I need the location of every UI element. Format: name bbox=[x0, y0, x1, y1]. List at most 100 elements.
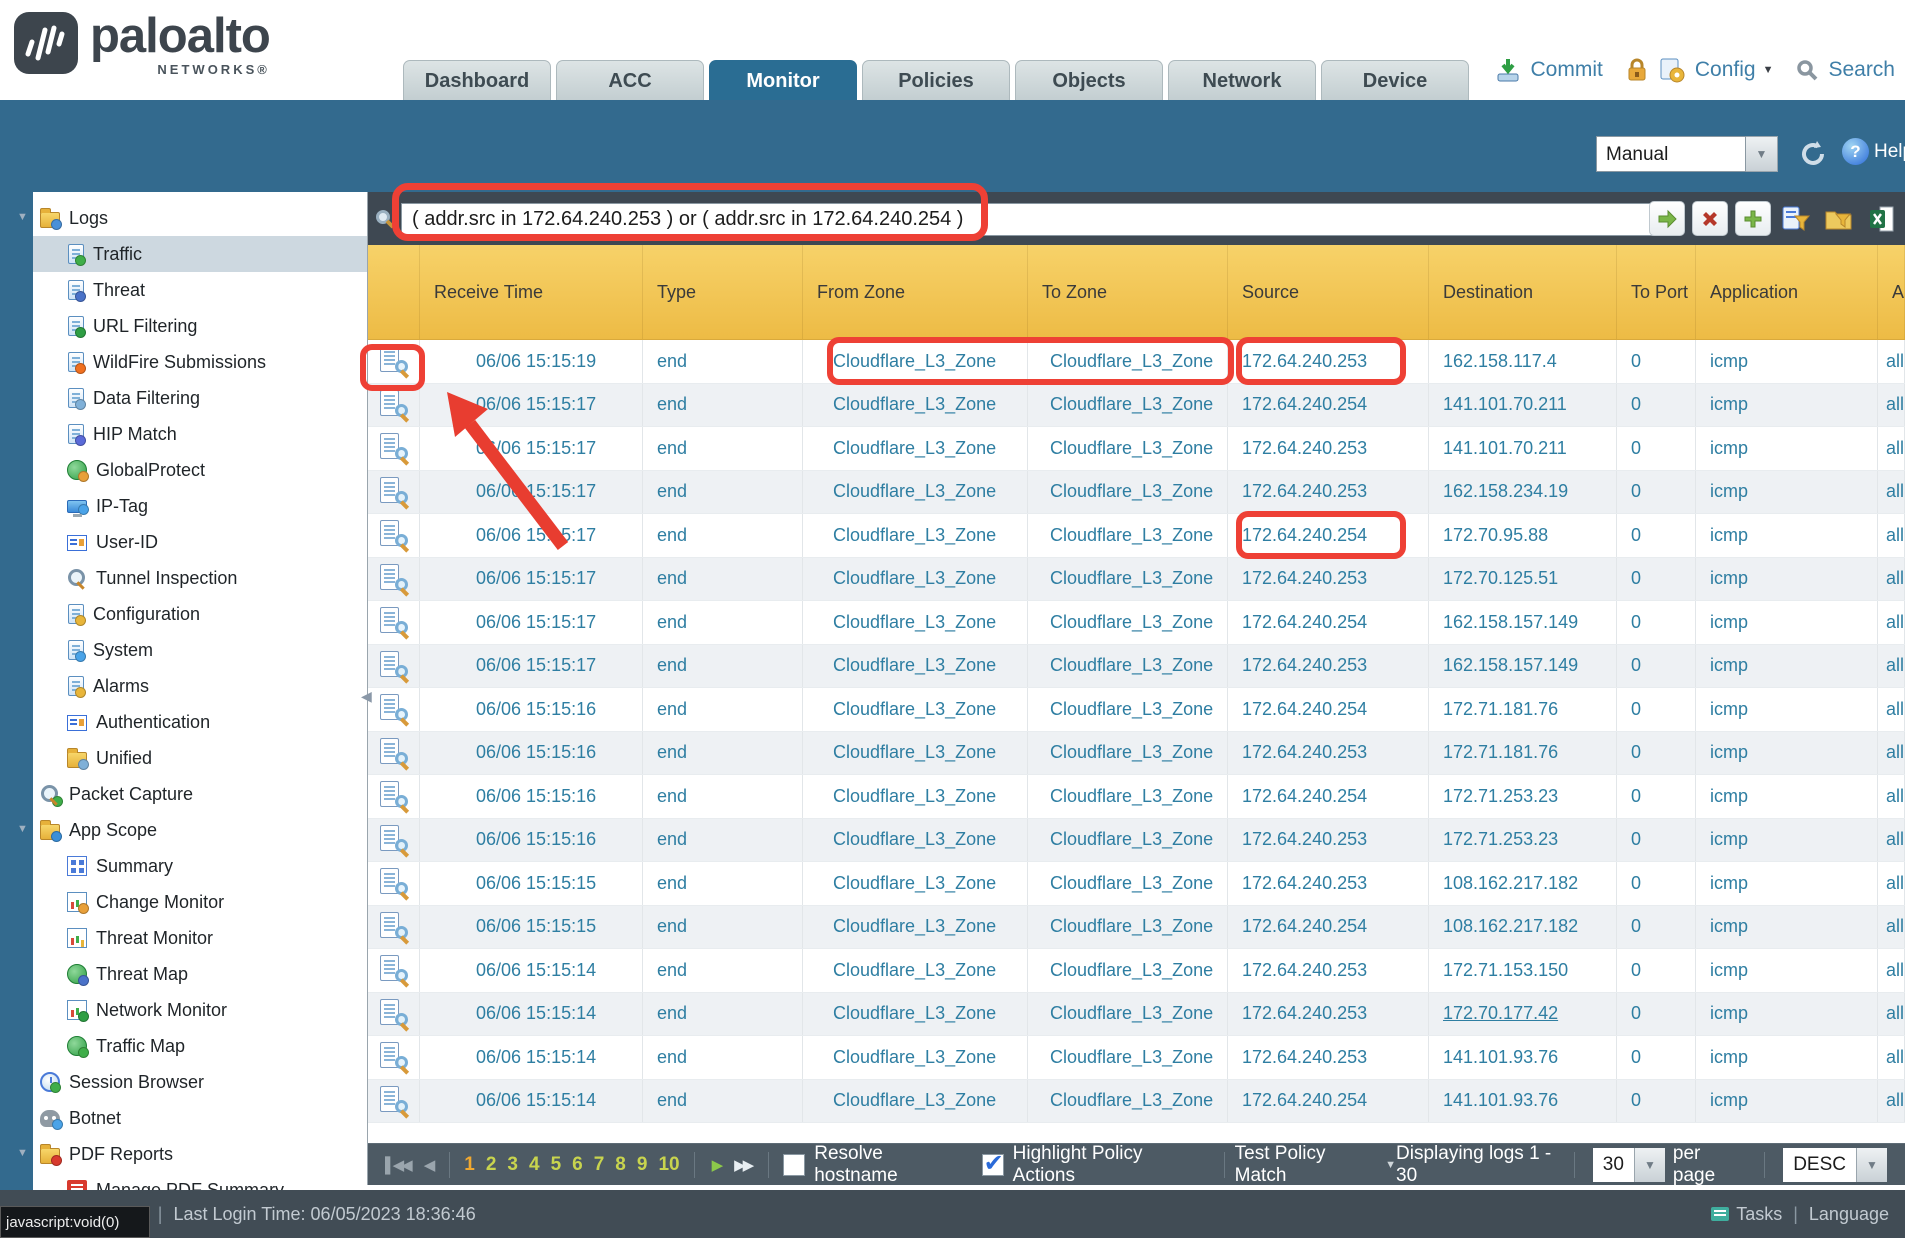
sidebar-collapse-handle[interactable]: ◀ bbox=[361, 688, 372, 705]
sort-order-select[interactable]: DESC ▼ bbox=[1783, 1148, 1887, 1182]
prev-page-button[interactable]: ◀ bbox=[424, 1156, 433, 1174]
column-header-from-zone[interactable]: From Zone bbox=[803, 245, 1028, 339]
help-label[interactable]: Help bbox=[1874, 141, 1905, 163]
sidebar-item-globalprotect[interactable]: GlobalProtect bbox=[33, 452, 367, 488]
page-number-2[interactable]: 2 bbox=[486, 1154, 497, 1176]
tab-monitor[interactable]: Monitor bbox=[709, 60, 857, 100]
log-detail-icon[interactable] bbox=[379, 912, 409, 942]
sidebar-item-app-scope[interactable]: ▼App Scope bbox=[33, 812, 367, 848]
log-detail-icon[interactable] bbox=[379, 868, 409, 898]
sidebar-item-pdf-reports[interactable]: ▼PDF Reports bbox=[33, 1136, 367, 1172]
table-row[interactable]: 06/06 15:15:14endCloudflare_L3_ZoneCloud… bbox=[368, 949, 1905, 993]
log-detail-icon[interactable] bbox=[379, 564, 409, 594]
sidebar-item-url-filtering[interactable]: URL Filtering bbox=[33, 308, 367, 344]
column-header-action[interactable]: Action bbox=[1878, 245, 1905, 339]
expand-caret-icon[interactable]: ▼ bbox=[17, 211, 28, 223]
table-row[interactable]: 06/06 15:15:14endCloudflare_L3_ZoneCloud… bbox=[368, 1080, 1905, 1124]
lock-icon[interactable] bbox=[1625, 57, 1649, 83]
sidebar-item-hip-match[interactable]: HIP Match bbox=[33, 416, 367, 452]
log-detail-icon[interactable] bbox=[379, 1086, 409, 1116]
log-detail-icon[interactable] bbox=[379, 1042, 409, 1072]
tab-network[interactable]: Network bbox=[1168, 60, 1316, 100]
tab-acc[interactable]: ACC bbox=[556, 60, 704, 100]
page-number-9[interactable]: 9 bbox=[637, 1154, 648, 1176]
sidebar-item-packet-capture[interactable]: Packet Capture bbox=[33, 776, 367, 812]
table-row[interactable]: 06/06 15:15:16endCloudflare_L3_ZoneCloud… bbox=[368, 775, 1905, 819]
column-header-destination[interactable]: Destination bbox=[1429, 245, 1617, 339]
commit-button[interactable]: Commit bbox=[1531, 58, 1603, 82]
log-detail-icon[interactable] bbox=[379, 955, 409, 985]
search-button[interactable]: Search bbox=[1828, 58, 1895, 82]
sidebar-item-authentication[interactable]: Authentication bbox=[33, 704, 367, 740]
commit-icon[interactable] bbox=[1494, 56, 1522, 84]
sidebar-item-wildfire-submissions[interactable]: WildFire Submissions bbox=[33, 344, 367, 380]
log-detail-icon[interactable] bbox=[379, 781, 409, 811]
table-row[interactable]: 06/06 15:15:19endCloudflare_L3_ZoneCloud… bbox=[368, 340, 1905, 384]
table-row[interactable]: 06/06 15:15:16endCloudflare_L3_ZoneCloud… bbox=[368, 819, 1905, 863]
resolve-hostname-checkbox[interactable] bbox=[783, 1154, 805, 1176]
column-header-type[interactable]: Type bbox=[643, 245, 803, 339]
log-detail-icon[interactable] bbox=[379, 390, 409, 420]
column-header-detail[interactable] bbox=[368, 245, 420, 339]
table-row[interactable]: 06/06 15:15:16endCloudflare_L3_ZoneCloud… bbox=[368, 732, 1905, 776]
config-icon[interactable] bbox=[1658, 56, 1686, 84]
table-row[interactable]: 06/06 15:15:17endCloudflare_L3_ZoneCloud… bbox=[368, 558, 1905, 602]
sidebar-item-unified[interactable]: Unified bbox=[33, 740, 367, 776]
table-row[interactable]: 06/06 15:15:17endCloudflare_L3_ZoneCloud… bbox=[368, 471, 1905, 515]
tab-dashboard[interactable]: Dashboard bbox=[403, 60, 551, 100]
page-number-5[interactable]: 5 bbox=[551, 1154, 562, 1176]
sidebar-item-session-browser[interactable]: Session Browser bbox=[33, 1064, 367, 1100]
highlight-policy-actions-checkbox[interactable] bbox=[982, 1154, 1004, 1176]
apply-filter-button[interactable] bbox=[1649, 201, 1685, 236]
refresh-button[interactable] bbox=[1798, 139, 1828, 174]
column-header-receive-time[interactable]: Receive Time bbox=[420, 245, 643, 339]
table-row[interactable]: 06/06 15:15:14endCloudflare_L3_ZoneCloud… bbox=[368, 1036, 1905, 1080]
sidebar-item-threat-map[interactable]: Threat Map bbox=[33, 956, 367, 992]
tasks-button[interactable]: Tasks bbox=[1736, 1204, 1782, 1225]
log-detail-icon[interactable] bbox=[379, 477, 409, 507]
sidebar-item-system[interactable]: System bbox=[33, 632, 367, 668]
refresh-interval-select[interactable]: Manual ▼ bbox=[1596, 136, 1778, 172]
per-page-select[interactable]: 30 ▼ bbox=[1593, 1148, 1665, 1182]
clear-filter-button[interactable] bbox=[1692, 201, 1728, 236]
export-csv-button[interactable] bbox=[1864, 201, 1900, 236]
help-cluster[interactable]: ? Help bbox=[1842, 138, 1905, 165]
log-detail-icon[interactable] bbox=[379, 651, 409, 681]
sidebar-item-alarms[interactable]: Alarms bbox=[33, 668, 367, 704]
log-detail-icon[interactable] bbox=[379, 999, 409, 1029]
test-policy-match-dropdown[interactable]: Test Policy Match ▼ bbox=[1235, 1143, 1396, 1187]
table-row[interactable]: 06/06 15:15:17endCloudflare_L3_ZoneCloud… bbox=[368, 601, 1905, 645]
log-detail-icon[interactable] bbox=[379, 520, 409, 550]
page-number-10[interactable]: 10 bbox=[658, 1154, 679, 1176]
next-page-button[interactable]: ▶ bbox=[712, 1156, 721, 1174]
add-filter-button[interactable] bbox=[1735, 201, 1771, 236]
table-row[interactable]: 06/06 15:15:15endCloudflare_L3_ZoneCloud… bbox=[368, 906, 1905, 950]
table-row[interactable]: 06/06 15:15:15endCloudflare_L3_ZoneCloud… bbox=[368, 862, 1905, 906]
table-row[interactable]: 06/06 15:15:17endCloudflare_L3_ZoneCloud… bbox=[368, 427, 1905, 471]
config-button[interactable]: Config bbox=[1695, 58, 1756, 82]
table-row[interactable]: 06/06 15:15:16endCloudflare_L3_ZoneCloud… bbox=[368, 688, 1905, 732]
sidebar-item-botnet[interactable]: Botnet bbox=[33, 1100, 367, 1136]
refresh-interval-caret-icon[interactable]: ▼ bbox=[1746, 136, 1778, 172]
table-row[interactable]: 06/06 15:15:17endCloudflare_L3_ZoneCloud… bbox=[368, 645, 1905, 689]
sidebar-item-configuration[interactable]: Configuration bbox=[33, 596, 367, 632]
page-number-7[interactable]: 7 bbox=[594, 1154, 605, 1176]
sidebar-item-threat-monitor[interactable]: Threat Monitor bbox=[33, 920, 367, 956]
log-detail-icon[interactable] bbox=[379, 825, 409, 855]
table-row[interactable]: 06/06 15:15:17endCloudflare_L3_ZoneCloud… bbox=[368, 514, 1905, 558]
page-number-6[interactable]: 6 bbox=[572, 1154, 583, 1176]
sidebar-item-traffic[interactable]: Traffic bbox=[33, 236, 367, 272]
log-detail-icon[interactable] bbox=[379, 738, 409, 768]
table-row[interactable]: 06/06 15:15:17endCloudflare_L3_ZoneCloud… bbox=[368, 384, 1905, 428]
log-detail-icon[interactable] bbox=[379, 607, 409, 637]
search-icon[interactable] bbox=[1795, 58, 1819, 82]
sidebar-item-tunnel-inspection[interactable]: Tunnel Inspection bbox=[33, 560, 367, 596]
column-header-to-port[interactable]: To Port bbox=[1617, 245, 1696, 339]
tab-objects[interactable]: Objects bbox=[1015, 60, 1163, 100]
sidebar-item-threat[interactable]: Threat bbox=[33, 272, 367, 308]
page-number-8[interactable]: 8 bbox=[615, 1154, 626, 1176]
load-filter-button[interactable] bbox=[1821, 201, 1857, 236]
column-header-source[interactable]: Source bbox=[1228, 245, 1429, 339]
page-number-4[interactable]: 4 bbox=[529, 1154, 540, 1176]
log-detail-icon[interactable] bbox=[379, 346, 409, 376]
